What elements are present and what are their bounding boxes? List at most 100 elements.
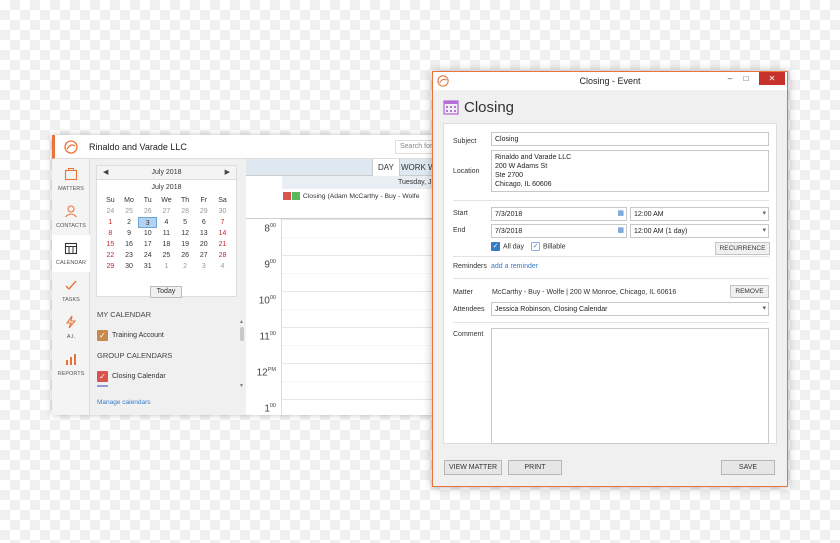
date-picker-icon[interactable]: ▦ xyxy=(617,209,624,218)
nav-tasks[interactable]: TASKS xyxy=(52,272,90,309)
half-hour-line[interactable] xyxy=(282,273,452,274)
calendar-day[interactable]: 9 xyxy=(120,228,139,239)
calendar-day[interactable]: 14 xyxy=(213,228,232,239)
calendar-day[interactable]: 29 xyxy=(101,261,120,272)
side-nav: MATTERS CONTACTS CALENDAR TASKS A.I. REP… xyxy=(52,159,90,415)
week-row: 29 30 31 1 2 3 4 xyxy=(101,261,232,272)
calendar-day[interactable]: 4 xyxy=(157,217,176,228)
calendar-day[interactable]: 13 xyxy=(194,228,213,239)
remove-button[interactable]: REMOVE xyxy=(730,285,769,298)
calendar-day[interactable]: 1 xyxy=(101,217,120,228)
half-hour-line[interactable] xyxy=(282,237,452,238)
calendar-day[interactable]: 27 xyxy=(194,250,213,261)
calendar-day[interactable]: 8 xyxy=(101,228,120,239)
view-matter-button[interactable]: VIEW MATTER xyxy=(444,460,502,475)
hour-line[interactable] xyxy=(282,327,452,328)
calendar-day[interactable]: 2 xyxy=(120,217,139,228)
nav-ai[interactable]: A.I. xyxy=(52,309,90,346)
all-day-event[interactable]: Closing (Adam McCarthy - Buy - Wolfe xyxy=(283,192,452,202)
close-button[interactable]: ✕ xyxy=(759,72,785,85)
matter-value[interactable]: McCarthy - Buy - Wolfe | 200 W Monroe, C… xyxy=(492,289,676,296)
nav-calendar[interactable]: CALENDAR xyxy=(52,235,90,272)
calendar-day[interactable]: 7 xyxy=(213,217,232,228)
calendar-day[interactable]: 28 xyxy=(176,206,195,217)
calendar-day[interactable]: 30 xyxy=(213,206,232,217)
end-time-field[interactable]: 12:00 AM (1 day) ▾ xyxy=(630,224,769,238)
calendar-color-peek xyxy=(97,385,108,387)
calendar-day[interactable]: 5 xyxy=(176,217,195,228)
calendar-day[interactable]: 23 xyxy=(120,250,139,261)
half-hour-line[interactable] xyxy=(282,381,452,382)
calendar-day[interactable]: 3 xyxy=(138,217,158,228)
half-hour-line[interactable] xyxy=(282,309,452,310)
calendar-day[interactable]: 24 xyxy=(138,250,157,261)
hour-line[interactable] xyxy=(282,363,452,364)
calendar-day[interactable]: 27 xyxy=(157,206,176,217)
print-button[interactable]: PRINT xyxy=(508,460,562,475)
calendar-day[interactable]: 26 xyxy=(176,250,195,261)
half-hour-line[interactable] xyxy=(282,345,452,346)
calendar-day[interactable]: 1 xyxy=(157,261,176,272)
calendar-day[interactable]: 24 xyxy=(101,206,120,217)
nav-contacts[interactable]: CONTACTS xyxy=(52,198,90,235)
start-time-field[interactable]: 12:00 AM ▾ xyxy=(630,207,769,221)
calendar-day[interactable]: 29 xyxy=(194,206,213,217)
calendar-day[interactable]: 22 xyxy=(101,250,120,261)
nav-matters[interactable]: MATTERS xyxy=(52,161,90,198)
subject-field[interactable]: Closing xyxy=(491,132,769,146)
end-date-field[interactable]: 7/3/2018 ▦ xyxy=(491,224,627,238)
calendar-day[interactable]: 18 xyxy=(157,239,176,250)
calendar-day[interactable]: 25 xyxy=(157,250,176,261)
hour-line[interactable] xyxy=(282,291,452,292)
save-button[interactable]: SAVE xyxy=(721,460,775,475)
calendar-day[interactable]: 25 xyxy=(120,206,139,217)
training-account-checkbox[interactable]: ✓ xyxy=(97,330,108,341)
today-button[interactable]: Today xyxy=(150,286,182,298)
add-reminder-link[interactable]: add a reminder xyxy=(491,263,538,270)
start-date-field[interactable]: 7/3/2018 ▦ xyxy=(491,207,627,221)
calendar-day[interactable]: 31 xyxy=(138,261,157,272)
maximize-button[interactable]: □ xyxy=(739,72,753,85)
panel-scrollbar[interactable]: ▲ ▼ xyxy=(239,319,244,389)
calendar-day[interactable]: 2 xyxy=(176,261,195,272)
attendees-field[interactable]: Jessica Robinson, Closing Calendar ▾ xyxy=(491,302,769,316)
calendar-day[interactable]: 28 xyxy=(213,250,232,261)
recurrence-button[interactable]: RECURRENCE xyxy=(715,242,770,255)
date-header: Tuesday, Ju xyxy=(282,176,452,189)
calendar-day[interactable]: 21 xyxy=(213,239,232,250)
separator xyxy=(453,256,769,257)
calendar-day[interactable]: 19 xyxy=(176,239,195,250)
scroll-thumb[interactable] xyxy=(240,327,244,341)
calendar-day[interactable]: 16 xyxy=(120,239,139,250)
location-field[interactable]: Rinaldo and Varade LLC 200 W Adams St St… xyxy=(491,150,769,192)
day-view: DAY WORK W Tuesday, Ju Closing (Adam McC… xyxy=(246,159,452,415)
next-month-icon[interactable]: ▶ xyxy=(225,168,230,176)
calendar-day[interactable]: 20 xyxy=(194,239,213,250)
comment-field[interactable] xyxy=(491,328,769,444)
calendar-day[interactable]: 30 xyxy=(120,261,139,272)
closing-calendar-checkbox[interactable]: ✓ xyxy=(97,371,108,382)
chevron-down-icon[interactable]: ▾ xyxy=(762,304,766,313)
calendar-day[interactable]: 10 xyxy=(138,228,157,239)
billable-checkbox[interactable]: ✓ Billable xyxy=(531,242,566,251)
calendar-day[interactable]: 11 xyxy=(157,228,176,239)
calendar-day[interactable]: 26 xyxy=(138,206,157,217)
calendar-day[interactable]: 12 xyxy=(176,228,195,239)
date-picker-icon[interactable]: ▦ xyxy=(617,226,624,235)
calendar-day[interactable]: 15 xyxy=(101,239,120,250)
hour-line[interactable] xyxy=(282,255,452,256)
hour-line[interactable] xyxy=(282,219,452,220)
chevron-down-icon[interactable]: ▾ xyxy=(762,226,766,235)
calendar-day[interactable]: 17 xyxy=(138,239,157,250)
manage-calendars-link[interactable]: Manage calendars xyxy=(97,399,150,406)
calendar-day[interactable]: 6 xyxy=(194,217,213,228)
scroll-down-icon[interactable]: ▼ xyxy=(239,383,244,389)
chevron-down-icon[interactable]: ▾ xyxy=(762,209,766,218)
calendar-day[interactable]: 3 xyxy=(194,261,213,272)
hour-line[interactable] xyxy=(282,399,452,400)
nav-reports[interactable]: REPORTS xyxy=(52,346,90,383)
minimize-button[interactable]: – xyxy=(723,72,737,85)
calendar-day[interactable]: 4 xyxy=(213,261,232,272)
scroll-up-icon[interactable]: ▲ xyxy=(239,319,244,325)
all-day-checkbox[interactable]: ✓ All day xyxy=(491,242,524,251)
